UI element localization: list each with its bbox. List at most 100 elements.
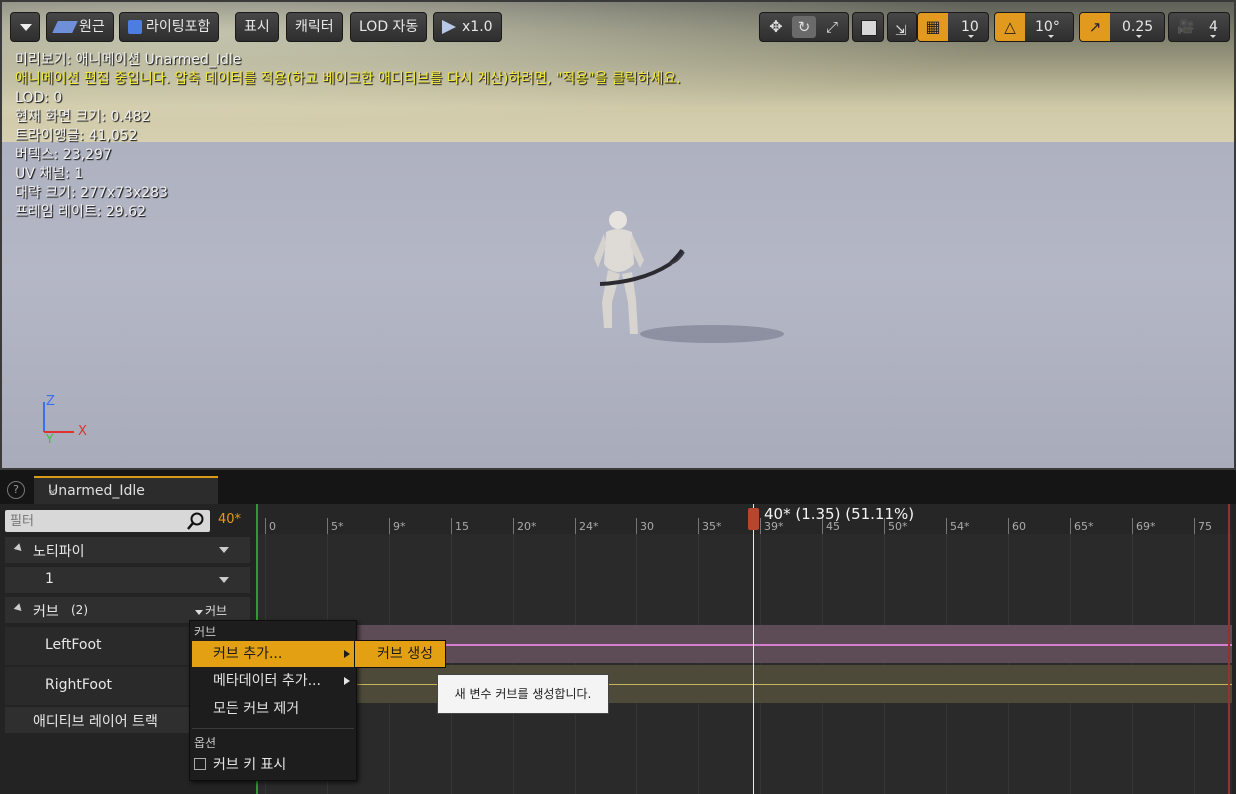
playback-speed-button[interactable]: x1.0: [433, 12, 502, 42]
show-button[interactable]: 표시: [235, 12, 279, 42]
add-curve-menu-item[interactable]: 커브 추가...: [192, 641, 354, 667]
axis-gizmo: Z Y X: [40, 394, 100, 446]
scale-icon[interactable]: ⤢: [820, 16, 844, 38]
screen-size-info: 현재 화면 크기: 0.482: [15, 109, 151, 125]
surface-snap-button[interactable]: ⇲: [887, 12, 917, 42]
menu-section-curve: 커브: [194, 625, 217, 639]
curve-line-rightfoot[interactable]: [256, 684, 1232, 685]
cube-lit-icon: [128, 20, 142, 34]
chevron-down-icon: [1048, 35, 1054, 38]
collapse-icon[interactable]: [13, 603, 25, 614]
timeline-grid-line: [822, 534, 823, 794]
timeline-grid-line: [1008, 534, 1009, 794]
checkbox[interactable]: [194, 758, 206, 770]
help-icon[interactable]: ?: [7, 481, 25, 499]
ruler-tick-label: 65*: [1074, 520, 1094, 533]
preview-info: 미리보기: 애니메이션 Unarmed_Idle: [15, 52, 242, 68]
playhead-handle[interactable]: [748, 508, 759, 530]
notify-track-header[interactable]: 노티파이: [5, 537, 250, 563]
curves-count: (2): [71, 603, 88, 617]
add-metadata-menu-item[interactable]: 메타데이터 추가...: [192, 668, 354, 694]
search-icon: [187, 512, 204, 530]
ruler-tick: [760, 518, 761, 534]
curves-dropdown-button[interactable]: 커브: [195, 602, 227, 619]
track-editor: 40* 노티파이 1 커브 (2) 커브 LeftFoot RightFoot …: [0, 504, 1236, 794]
surface-snap-icon: ⇲: [895, 23, 907, 39]
filter-input[interactable]: [5, 510, 182, 532]
character-label: 캐릭터: [295, 19, 334, 35]
coordinate-space-button[interactable]: [852, 12, 884, 42]
ruler-tick: [636, 518, 637, 534]
lighting-label: 라이팅포함: [146, 19, 211, 35]
timeline-grid-line: [451, 534, 452, 794]
lighting-button[interactable]: 라이팅포함: [119, 12, 220, 42]
viewport-menu-button[interactable]: [10, 12, 40, 42]
timeline-grid-line: [1070, 534, 1071, 794]
create-curve-menu-item[interactable]: 커브 생성: [354, 640, 446, 668]
playhead-line[interactable]: [753, 504, 754, 794]
chevron-down-icon[interactable]: [219, 547, 229, 553]
triangles-info: 트라이앵글: 41,052: [15, 128, 138, 144]
end-marker: [1228, 504, 1230, 794]
ruler-tick: [327, 518, 328, 534]
ruler-tick: [265, 518, 266, 534]
tab-bar: ? Unarmed_Idle ✕: [0, 470, 1236, 504]
camera-speed-button[interactable]: 🎥 4: [1168, 12, 1230, 42]
ruler-tick: [575, 518, 576, 534]
tab-unarmed-idle[interactable]: Unarmed_Idle ✕: [34, 476, 218, 504]
ruler-tick-label: 0: [269, 520, 276, 533]
timeline-grid-line: [1194, 534, 1195, 794]
transform-tools-group: ✥ ↻ ⤢: [759, 12, 849, 42]
perspective-label: 원근: [79, 19, 105, 35]
curve-context-menu: 커브 커브 추가... 메타데이터 추가... 모든 커브 제거 옵션 커브 키…: [189, 620, 357, 781]
remove-all-curves-menu-item[interactable]: 모든 커브 제거: [192, 696, 354, 722]
curves-button-label: 커브: [205, 604, 228, 618]
viewport[interactable]: 원근 라이팅포함 표시 캐릭터 LOD 자동 x1.0 ✥ ↻ ⤢ ⇲ ▦ 10…: [0, 0, 1236, 470]
ruler-tick-label: 54*: [950, 520, 970, 533]
ruler-tick-label: 24*: [579, 520, 599, 533]
chevron-down-icon[interactable]: [219, 577, 229, 583]
collapse-icon[interactable]: [13, 543, 25, 554]
show-curve-keys-option[interactable]: 커브 키 표시: [192, 752, 354, 778]
notify-track-1[interactable]: 1: [5, 567, 250, 593]
ruler-tick-label: 5*: [331, 520, 344, 533]
ruler-tick: [698, 518, 699, 534]
translate-icon[interactable]: ✥: [764, 16, 788, 38]
chevron-down-icon: [1210, 35, 1216, 38]
curve-name-rightfoot: RightFoot: [45, 677, 113, 693]
lod-button[interactable]: LOD 자동: [350, 12, 428, 42]
ruler-tick: [1008, 518, 1009, 534]
scale-snap-icon: ↗: [1080, 13, 1110, 41]
notify-label: 노티파이: [33, 544, 85, 560]
time-ruler[interactable]: 0 5* 9* 15 20* 24* 30 35* 39* 45 50* 54* 60 65* 69* 75: [256, 504, 1232, 534]
ruler-tick: [513, 518, 514, 534]
remove-all-label: 모든 커브 제거: [213, 701, 300, 717]
current-frame-label: 40*: [218, 512, 242, 527]
ruler-tick: [1132, 518, 1133, 534]
filter-box[interactable]: [5, 510, 210, 532]
lod-info: LOD: 0: [15, 90, 63, 106]
character-mannequin: [594, 211, 784, 343]
edit-warning: 애니메이션 편집 중입니다. 압축 데이터를 적용(하고 베이크한 애디티브를 …: [15, 71, 681, 87]
animation-editor-panel: ? Unarmed_Idle ✕ 40* 노티파이 1 커브: [0, 470, 1236, 794]
notify-track-value: 1: [45, 571, 54, 587]
perspective-button[interactable]: 원근: [46, 12, 114, 42]
tooltip-text: 새 변수 커브를 생성합니다.: [454, 687, 592, 701]
ruler-tick-label: 9*: [393, 520, 406, 533]
axis-x-label: X: [78, 424, 87, 439]
grid-snap-button[interactable]: ▦ 10: [917, 12, 989, 42]
scale-snap-button[interactable]: ↗ 0.25: [1079, 12, 1165, 42]
menu-separator: [192, 728, 354, 729]
rotate-icon[interactable]: ↻: [792, 16, 816, 38]
vertices-info: 버텍스: 23,297: [15, 147, 112, 163]
ruler-tick: [1194, 518, 1195, 534]
close-icon[interactable]: ✕: [48, 486, 208, 499]
character-button[interactable]: 캐릭터: [286, 12, 343, 42]
submenu-arrow-icon: [344, 650, 350, 658]
ruler-tick: [946, 518, 947, 534]
ruler-tick: [389, 518, 390, 534]
ruler-tick-label: 15: [455, 520, 469, 533]
approx-size-info: 대략 크기: 277x73x283: [15, 185, 168, 201]
ruler-tick-label: 69*: [1136, 520, 1156, 533]
rotation-snap-button[interactable]: △ 10°: [994, 12, 1074, 42]
